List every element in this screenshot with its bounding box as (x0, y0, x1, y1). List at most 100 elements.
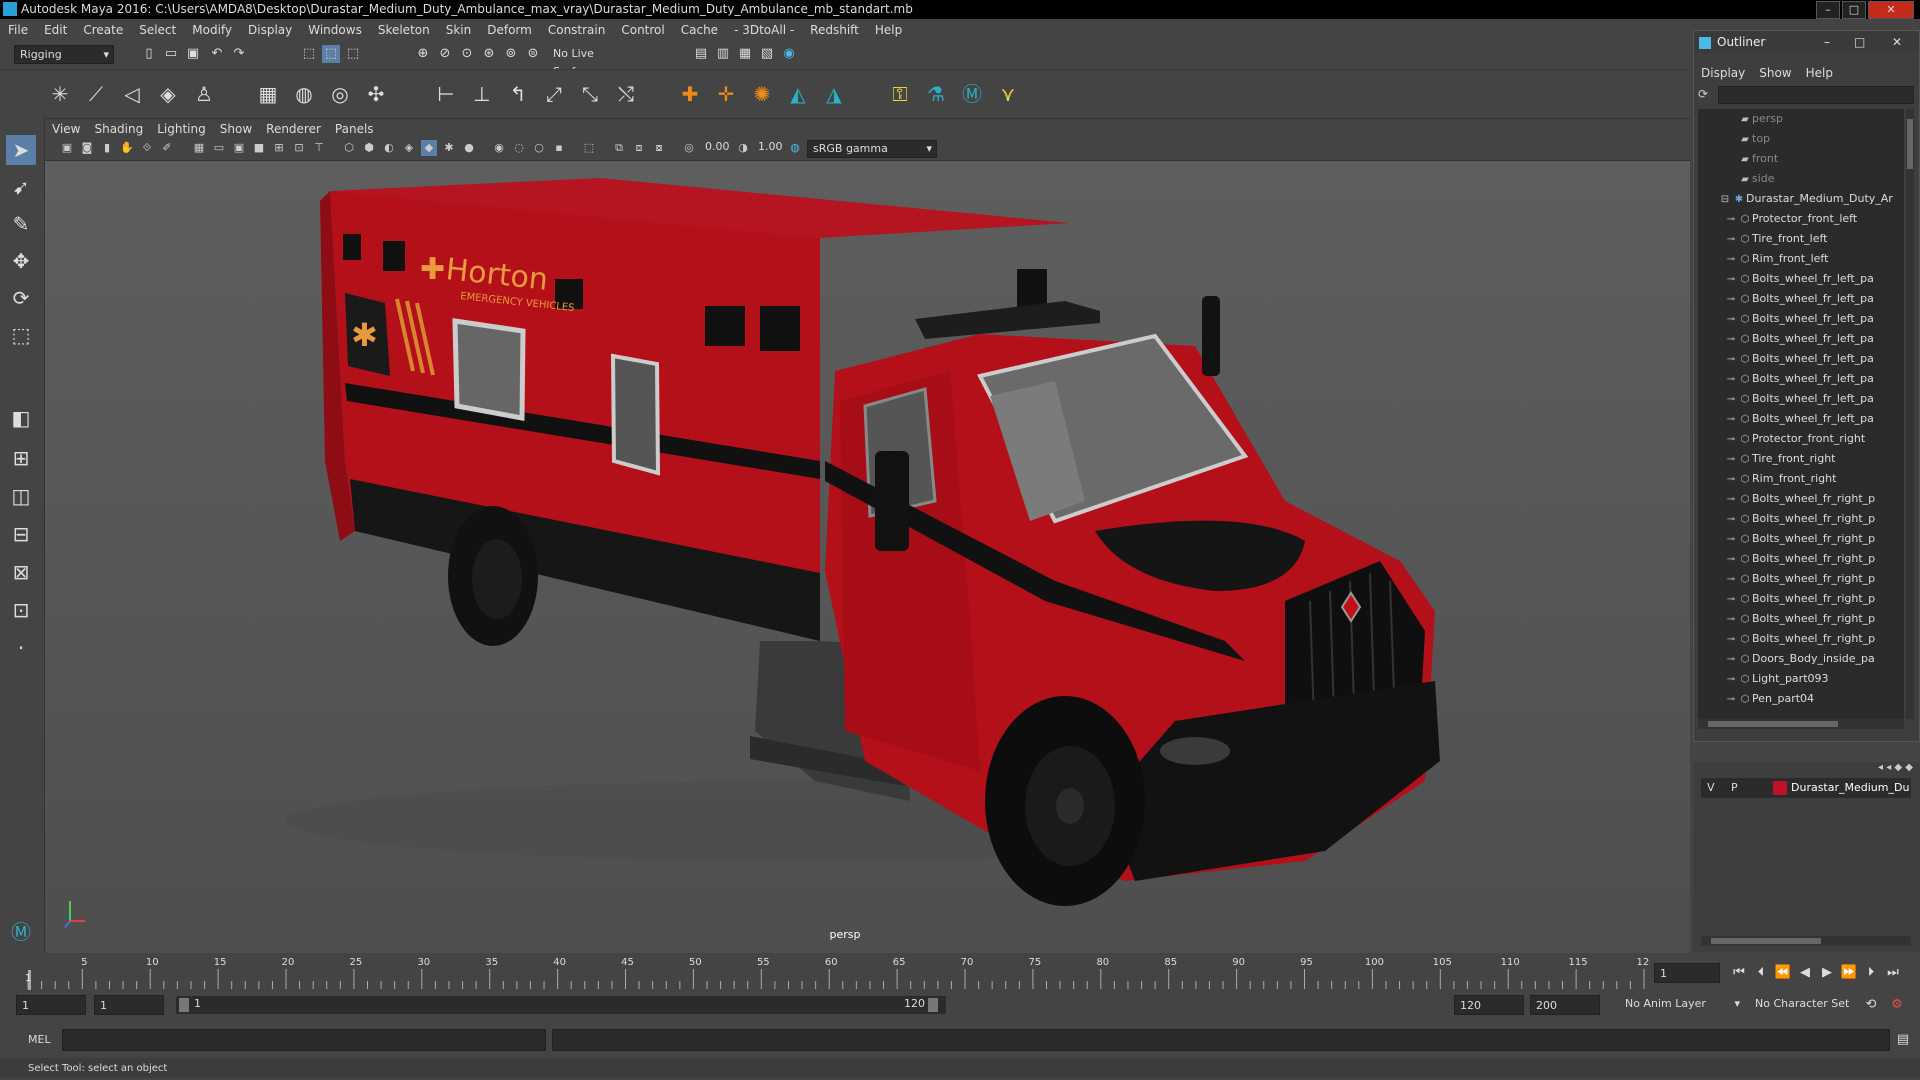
lasso-tool-icon[interactable]: ➹ (6, 172, 36, 202)
multisample-aa-icon[interactable]: ○ (531, 140, 547, 156)
shadows-icon[interactable]: ● (461, 140, 477, 156)
menu-help[interactable]: Help (875, 23, 902, 37)
outliner-item[interactable]: ⊸ ⬡ Bolts_wheel_fr_right_p (1724, 609, 1875, 629)
perspective-viewport[interactable]: ✱ Horton EMERGENCY VEHICLES ✚ persp (45, 161, 1690, 953)
snap-grid-icon[interactable]: ⊕ (414, 45, 432, 63)
step-back-key-icon[interactable]: ⏪ (1774, 964, 1792, 982)
outliner-item[interactable]: ⊸ ⬡ Bolts_wheel_fr_right_p (1724, 529, 1875, 549)
auto-key-icon[interactable]: ⟲ (1862, 996, 1880, 1014)
animation-end-field[interactable]: 200 (1530, 995, 1600, 1015)
layer-horizontal-scrollbar[interactable] (1701, 936, 1911, 946)
wrap-icon[interactable]: ◎ (326, 80, 354, 108)
lattice-icon[interactable]: ▦ (254, 80, 282, 108)
outliner-item[interactable]: ⊸ ⬡ Protector_front_right (1724, 429, 1865, 449)
quick-rig-icon[interactable]: ⋎ (994, 80, 1022, 108)
redo-icon[interactable]: ↷ (230, 45, 248, 63)
persp-graph-layout-icon[interactable]: ⊟ (6, 519, 36, 549)
exposure-field[interactable]: 0.00 (700, 139, 730, 157)
outliner-item-top[interactable]: ▰ top (1738, 129, 1770, 149)
range-slider[interactable]: 1 120 (176, 996, 946, 1014)
resolution-gate-icon[interactable]: ▣ (231, 140, 247, 156)
script-editor-icon[interactable]: ▤ (1894, 1031, 1912, 1049)
depth-of-field-icon[interactable]: ▪ (551, 140, 567, 156)
outliner-horizontal-scrollbar[interactable] (1698, 719, 1904, 729)
interactive-bind-icon[interactable]: ↰ (504, 80, 532, 108)
scrollbar-thumb[interactable] (1708, 721, 1838, 727)
playback-end-field[interactable]: 120 (1454, 995, 1524, 1015)
outliner-item[interactable]: ⊸ ⬡ Light_part093 (1724, 669, 1829, 689)
render-settings-icon[interactable]: ▦ (736, 45, 754, 63)
outliner-menu-show[interactable]: Show (1759, 66, 1791, 80)
sculpt-icon[interactable]: ✣ (362, 80, 390, 108)
command-language-label[interactable]: MEL (28, 1033, 51, 1046)
field-chart-icon[interactable]: ⊞ (271, 140, 287, 156)
camera-attr-icon[interactable]: ◙ (79, 140, 95, 156)
anim-layer-dropdown[interactable]: No Anim Layer ▾ (1620, 995, 1744, 1015)
select-tool-icon[interactable]: ➤ (6, 135, 36, 165)
maya-live-icon[interactable]: Ⓜ (958, 80, 986, 108)
safe-action-icon[interactable]: ⊡ (291, 140, 307, 156)
menu-3dtoall[interactable]: - 3DtoAll - (734, 23, 794, 37)
outliner-item[interactable]: ⊸ ⬡ Bolts_wheel_fr_right_p (1724, 589, 1875, 609)
outliner-item-root[interactable]: ⊟ ✱ Durastar_Medium_Duty_Ar (1718, 189, 1893, 209)
select-component-icon[interactable]: ⬚ (344, 45, 362, 63)
2d-pan-icon[interactable]: ⟐ (139, 140, 155, 156)
camera-select-icon[interactable]: ▣ (59, 140, 75, 156)
bookmark-icon[interactable]: ▮ (99, 140, 115, 156)
outliner-item[interactable]: ⊸ ⬡ Bolts_wheel_fr_right_p (1724, 489, 1875, 509)
cluster-icon[interactable]: ◍ (290, 80, 318, 108)
menu-select[interactable]: Select (139, 23, 176, 37)
layout-menu-icon[interactable]: · (6, 633, 36, 663)
panel-menu-show[interactable]: Show (220, 122, 252, 136)
maximize-button[interactable]: □ (1842, 1, 1866, 19)
copy-weights-icon[interactable]: ⤡ (576, 80, 604, 108)
bind-skin-icon[interactable]: ⊢ (432, 80, 460, 108)
outliner-item[interactable]: ⊸ ⬡ Bolts_wheel_fr_left_pa (1724, 369, 1874, 389)
menu-edit[interactable]: Edit (44, 23, 67, 37)
snap-view-icon[interactable]: ⊛ (480, 45, 498, 63)
menu-create[interactable]: Create (83, 23, 123, 37)
blend-shape-icon[interactable]: ⚗ (922, 80, 950, 108)
outliner-item[interactable]: ⊸ ⬡ Bolts_wheel_fr_right_p (1724, 629, 1875, 649)
outliner-item-side[interactable]: ▰ side (1738, 169, 1774, 189)
color-management-icon[interactable]: ◍ (787, 140, 803, 156)
scrollbar-thumb[interactable] (1711, 938, 1821, 944)
live-surface-field[interactable]: No Live Surface (548, 45, 638, 78)
step-back-frame-icon[interactable]: ⏴ (1752, 964, 1770, 982)
panel-menu-view[interactable]: View (52, 122, 80, 136)
smooth-bind-icon[interactable]: ⊥ (468, 80, 496, 108)
preferences-icon[interactable]: ⚙ (1888, 996, 1906, 1014)
default-material-icon[interactable]: ◐ (381, 140, 397, 156)
textured-icon[interactable]: ◆ (421, 140, 437, 156)
persp-outliner-layout-icon[interactable]: ◫ (6, 481, 36, 511)
gamma-icon[interactable]: ◑ (735, 140, 751, 156)
gamma-field[interactable]: 1.00 (753, 139, 783, 157)
paint-weights-icon[interactable]: ⤢ (540, 80, 568, 108)
outliner-item[interactable]: ⊸ ⬡ Rim_front_left (1724, 249, 1829, 269)
xray-joints-icon[interactable]: ⧈ (631, 140, 647, 156)
outliner-menu-display[interactable]: Display (1701, 66, 1745, 80)
outliner-item[interactable]: ⊸ ⬡ Bolts_wheel_fr_right_p (1724, 509, 1875, 529)
snap-vertex-icon[interactable]: ⊜ (524, 45, 542, 63)
ipr-render-icon[interactable]: ▥ (714, 45, 732, 63)
menu-constrain[interactable]: Constrain (548, 23, 606, 37)
paint-select-icon[interactable]: ✎ (6, 209, 36, 239)
layer-color-swatch[interactable] (1773, 781, 1787, 795)
snap-surface-icon[interactable]: ⊚ (502, 45, 520, 63)
undo-icon[interactable]: ↶ (208, 45, 226, 63)
menu-display[interactable]: Display (248, 23, 292, 37)
maximize-button[interactable]: □ (1854, 31, 1865, 53)
hypershade-layout-icon[interactable]: ⊠ (6, 557, 36, 587)
menu-cache[interactable]: Cache (681, 23, 718, 37)
panel-menu-renderer[interactable]: Renderer (266, 122, 321, 136)
menu-file[interactable]: File (8, 23, 28, 37)
outliner-item[interactable]: ⊸ ⬡ Bolts_wheel_fr_right_p (1724, 549, 1875, 569)
screen-space-ao-icon[interactable]: ◉ (491, 140, 507, 156)
minimize-button[interactable]: – (1824, 31, 1830, 53)
mirror-weights-icon[interactable]: ⤭ (612, 80, 640, 108)
wireframe-icon[interactable]: ⬡ (341, 140, 357, 156)
save-scene-icon[interactable]: ▣ (184, 45, 202, 63)
graph-editor-icon[interactable]: ◮ (820, 80, 848, 108)
menu-control[interactable]: Control (621, 23, 664, 37)
safe-title-icon[interactable]: ⊤ (311, 140, 327, 156)
